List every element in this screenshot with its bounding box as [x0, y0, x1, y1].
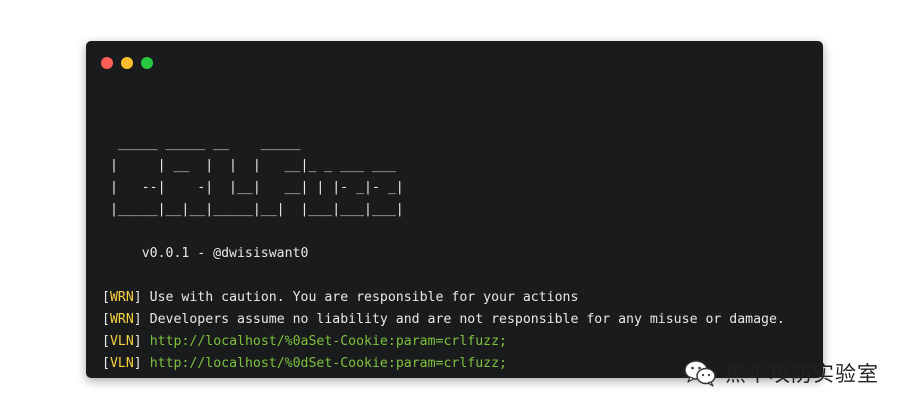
terminal-output: _____ _____ __ _____ | | __ | | | __|_ _… [102, 111, 813, 378]
log-tag: VLN [109, 356, 134, 371]
log-url: http://localhost/%0dSet-Cookie:param=crl… [149, 356, 507, 371]
log-message [142, 356, 150, 371]
log-message [142, 334, 150, 349]
log-message: Developers assume no liability and are n… [141, 312, 785, 327]
log-url: http://localhost/%0aSet-Cookie:param=crl… [149, 334, 507, 349]
close-button[interactable] [101, 57, 113, 69]
minimize-button[interactable] [121, 57, 133, 69]
log-tag: WRN [109, 312, 134, 327]
version-line: v0.0.1 - @dwisiswant0 [102, 246, 309, 261]
log-message: Use with caution. You are responsible fo… [141, 290, 579, 305]
log-tag: WRN [109, 290, 134, 305]
log-tag: VLN [109, 334, 134, 349]
terminal-window: _____ _____ __ _____ | | __ | | | __|_ _… [86, 41, 823, 378]
log-line: [WRN] Developers assume no liability and… [102, 312, 785, 327]
watermark-text: 黑伞攻防实验室 [725, 362, 879, 386]
wechat-icon [683, 358, 719, 388]
log-line: [VLN] http://localhost/%0aSet-Cookie:par… [102, 334, 507, 349]
watermark: 黑伞攻防实验室 [683, 358, 879, 388]
ascii-banner: _____ _____ __ _____ | | __ | | | __|_ _… [109, 136, 404, 217]
window-controls [101, 57, 153, 69]
maximize-button[interactable] [141, 57, 153, 69]
log-line: [WRN] Use with caution. You are responsi… [102, 290, 579, 305]
